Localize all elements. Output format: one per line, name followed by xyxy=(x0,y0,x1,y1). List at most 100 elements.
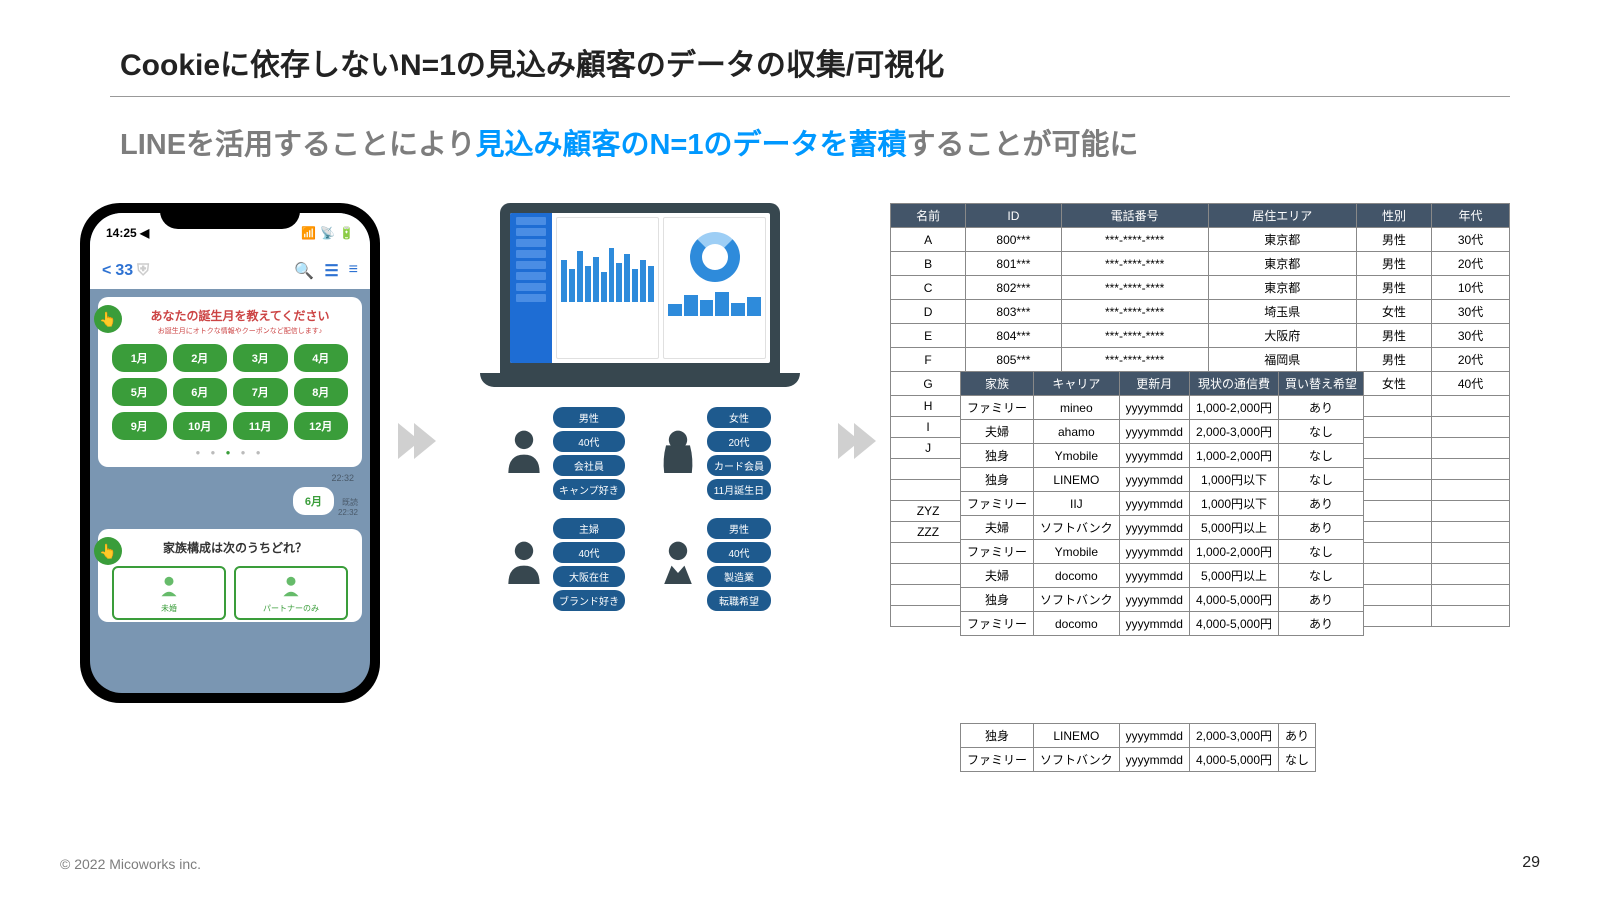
month-button[interactable]: 9月 xyxy=(112,412,167,440)
list-icon[interactable]: ☰ xyxy=(324,261,338,281)
person-icon xyxy=(655,427,701,473)
table-row: B801******-****-****東京都男性20代 xyxy=(891,252,1510,276)
month-button[interactable]: 4月 xyxy=(294,344,349,372)
table-row: C802******-****-****東京都男性10代 xyxy=(891,276,1510,300)
extra-table: 独身LINEMOyyyymmdd2,000-3,000円ありファミリーソフトバン… xyxy=(960,723,1316,772)
table-header: 年代 xyxy=(1432,204,1510,228)
read-time: 既読 22:32 xyxy=(338,497,358,517)
month-button[interactable]: 11月 xyxy=(233,412,288,440)
table-header: 性別 xyxy=(1356,204,1431,228)
subtitle-pre: LINEを活用することにより xyxy=(120,129,475,161)
data-tables: 名前ID電話番号居住エリア性別年代A800******-****-****東京都… xyxy=(890,203,1510,637)
phone-time: 14:25 ◀ xyxy=(106,226,149,240)
person-icon xyxy=(501,427,547,473)
month-button[interactable]: 2月 xyxy=(173,344,228,372)
arrow-icon xyxy=(390,423,450,459)
month-button[interactable]: 1月 xyxy=(112,344,167,372)
table-row: 独身LINEMOyyyymmdd1,000円以下なし xyxy=(961,468,1364,492)
detail-table: 家族キャリア更新月現状の通信費買い替え希望ファミリーmineoyyyymmdd1… xyxy=(960,371,1364,636)
dashboard-bar-chart xyxy=(556,217,659,359)
month-button[interactable]: 8月 xyxy=(294,378,349,406)
persona-tag: 11月誕生日 xyxy=(707,479,771,500)
line-app-header: < 33 ⛨ 🔍 ☰ ≡ xyxy=(90,253,370,289)
arrow-icon xyxy=(830,423,890,459)
table-header: 家族 xyxy=(961,372,1034,396)
slide-title: Cookieに依存しないN=1の見込み顧客のデータの収集/可視化 xyxy=(120,40,1540,84)
table-header: 買い替え希望 xyxy=(1279,372,1364,396)
persona-tag: 40代 xyxy=(707,542,771,563)
table-row: 独身ソフトバンクyyyymmdd4,000-5,000円あり xyxy=(961,588,1364,612)
wifi-icon: 📡 xyxy=(320,226,335,240)
shield-icon: ⛨ xyxy=(137,262,149,280)
card-subtitle: お誕生月にオトクな情報やクーポンなど配信します♪ xyxy=(126,326,354,336)
persona: 主婦 40代大阪在住ブランド好き xyxy=(501,518,625,611)
back-icon[interactable]: < xyxy=(102,262,111,280)
persona-tag: ブランド好き xyxy=(553,590,625,611)
table-row: 夫婦ahamoyyyymmdd2,000-3,000円なし xyxy=(961,420,1364,444)
table-row: 独身Ymobileyyyymmdd1,000-2,000円なし xyxy=(961,444,1364,468)
table-row: 夫婦docomoyyyymmdd5,000円以上なし xyxy=(961,564,1364,588)
persona-tag: 大阪在住 xyxy=(553,566,625,587)
table-row: D803******-****-****埼玉県女性30代 xyxy=(891,300,1510,324)
card-title: 家族構成は次のうちどれ？ xyxy=(116,539,354,556)
back-count: 33 xyxy=(115,262,133,280)
dashboard-donut-chart xyxy=(663,217,766,359)
month-button[interactable]: 10月 xyxy=(173,412,228,440)
persona-tag: 会社員 xyxy=(553,455,625,476)
search-icon[interactable]: 🔍 xyxy=(294,261,314,281)
table-row: E804******-****-****大阪府男性30代 xyxy=(891,324,1510,348)
table-header: ID xyxy=(966,204,1062,228)
page-number: 29 xyxy=(1522,854,1540,872)
subtitle-post: することが可能に xyxy=(907,129,1139,161)
persona-tag: 製造業 xyxy=(707,566,771,587)
month-button[interactable]: 7月 xyxy=(233,378,288,406)
person-icon xyxy=(655,538,701,584)
pagination-dots: ● ● ● ● ● xyxy=(106,448,354,457)
laptop-mockup xyxy=(500,203,780,387)
month-button[interactable]: 6月 xyxy=(173,378,228,406)
tap-icon: 👆 xyxy=(94,305,122,333)
persona-tag: 40代 xyxy=(553,431,625,452)
timestamp: 22:32 xyxy=(98,473,362,483)
tap-icon: 👆 xyxy=(94,537,122,565)
persona-tag: 40代 xyxy=(553,542,625,563)
persona: 男性40代会社員キャンプ好き xyxy=(501,407,625,500)
table-row: 独身LINEMOyyyymmdd2,000-3,000円あり xyxy=(961,724,1316,748)
divider xyxy=(110,96,1510,97)
table-row: F805******-****-****福岡県男性20代 xyxy=(891,348,1510,372)
table-row: ファミリーdocomoyyyymmdd4,000-5,000円あり xyxy=(961,612,1364,636)
persona: 男性 40代製造業転職希望 xyxy=(655,518,779,611)
table-header: 居住エリア xyxy=(1208,204,1356,228)
table-header: 名前 xyxy=(891,204,966,228)
persona-tag: 男性 xyxy=(553,407,625,428)
persona-tag: 転職希望 xyxy=(707,590,771,611)
menu-icon[interactable]: ≡ xyxy=(349,261,358,281)
subtitle: LINEを活用することにより見込み顧客のN=1のデータを蓄積することが可能に xyxy=(120,121,1540,163)
copyright: © 2022 Micoworks inc. xyxy=(60,856,201,872)
persona-tag: 男性 xyxy=(707,518,771,539)
table-row: 夫婦ソフトバンクyyyymmdd5,000円以上あり xyxy=(961,516,1364,540)
dashboard-sidebar xyxy=(510,213,552,363)
month-button[interactable]: 5月 xyxy=(112,378,167,406)
table-header: 電話番号 xyxy=(1061,204,1208,228)
persona-tag: 20代 xyxy=(707,431,771,452)
table-header: 更新月 xyxy=(1119,372,1189,396)
table-row: ファミリーmineoyyyymmdd1,000-2,000円あり xyxy=(961,396,1364,420)
subtitle-accent: 見込み顧客のN=1のデータを蓄積 xyxy=(475,129,906,161)
table-header: キャリア xyxy=(1034,372,1120,396)
month-button[interactable]: 12月 xyxy=(294,412,349,440)
month-button[interactable]: 3月 xyxy=(233,344,288,372)
table-row: A800******-****-****東京都男性30代 xyxy=(891,228,1510,252)
persona-tag: カード会員 xyxy=(707,455,771,476)
table-row: ファミリーソフトバンクyyyymmdd4,000-5,000円なし xyxy=(961,748,1316,772)
table-row: ファミリーIIJyyyymmdd1,000円以下あり xyxy=(961,492,1364,516)
signal-icon: 📶 xyxy=(301,226,316,240)
battery-icon: 🔋 xyxy=(339,226,354,240)
table-row: ファミリーYmobileyyyymmdd1,000-2,000円なし xyxy=(961,540,1364,564)
persona-tag: 主婦 xyxy=(553,518,625,539)
family-option[interactable]: パートナーのみ xyxy=(234,566,348,620)
family-option[interactable]: 未婚 xyxy=(112,566,226,620)
survey-card-family: 👆 家族構成は次のうちどれ？ 未婚パートナーのみ xyxy=(98,529,362,622)
table-header: 現状の通信費 xyxy=(1189,372,1278,396)
person-icon xyxy=(501,538,547,584)
